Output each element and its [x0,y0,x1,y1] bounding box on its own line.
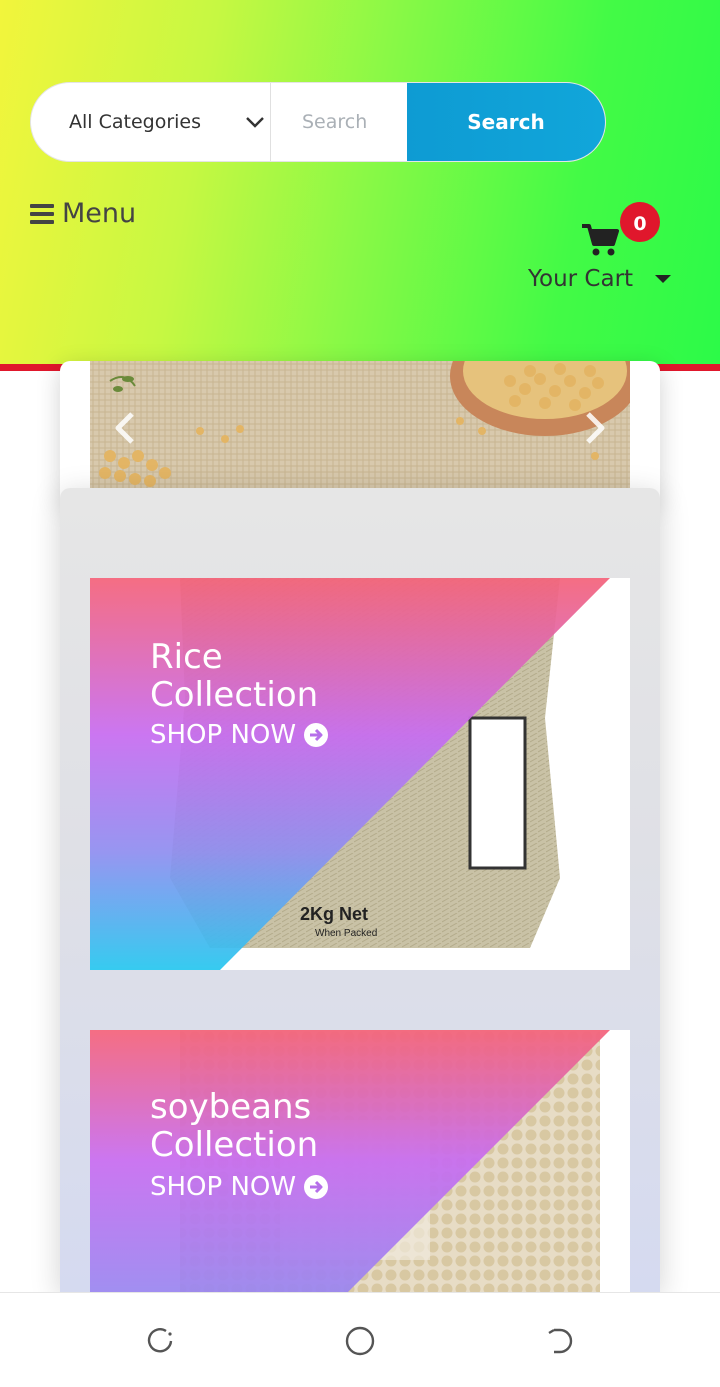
menu-button[interactable]: Menu [30,198,136,229]
recent-apps-icon[interactable] [144,1325,176,1357]
cart-label: Your Cart [528,266,634,292]
menu-label: Menu [62,198,137,229]
search-button[interactable]: Search [407,83,605,161]
category-select[interactable]: All Categories [31,83,271,161]
search-input[interactable]: Search [271,83,407,161]
home-icon[interactable] [344,1325,376,1357]
hero-slider[interactable] [90,361,630,488]
banner-title-line1: Rice [150,637,223,677]
arrow-left-icon[interactable] [110,408,140,448]
shop-now-label: SHOP NOW [150,720,297,750]
banner-title-line2: Collection [150,1125,319,1165]
category-select-value: All Categories [69,111,202,133]
cart-icon[interactable] [580,222,620,258]
banner-title-line1: soybeans [150,1087,312,1127]
header [0,0,720,366]
arrow-circle-right-icon [304,723,329,747]
search-placeholder: Search [302,111,368,133]
slider-image [90,361,630,488]
hamburger-icon [30,203,54,224]
cart-count-badge: 0 [620,202,660,242]
chevron-down-icon [246,117,264,128]
arrow-circle-right-icon [304,1175,329,1199]
shop-now-link[interactable]: SHOP NOW [150,720,329,750]
back-icon[interactable] [544,1325,576,1357]
shop-now-label: SHOP NOW [150,1172,297,1202]
rice-packed-note: When Packed [315,928,377,939]
caret-down-icon[interactable] [655,275,671,283]
rice-collection-banner[interactable]: 2Kg Net When Packed Rice Collection SHOP… [90,578,630,970]
soybeans-collection-banner[interactable]: soybeans Collection SHOP NOW [90,1030,630,1292]
banner-title: Rice Collection [150,638,318,714]
rice-net-weight: 2Kg Net [300,904,368,924]
arrow-right-icon[interactable] [580,408,610,448]
cart-dropdown[interactable]: Your Cart [528,266,633,292]
shop-now-link[interactable]: SHOP NOW [150,1172,329,1202]
search-bar: All Categories Search Search [30,82,606,162]
banner-title: soybeans Collection [150,1088,318,1164]
system-nav-bar [0,1292,720,1387]
banner-title-line2: Collection [150,675,319,715]
